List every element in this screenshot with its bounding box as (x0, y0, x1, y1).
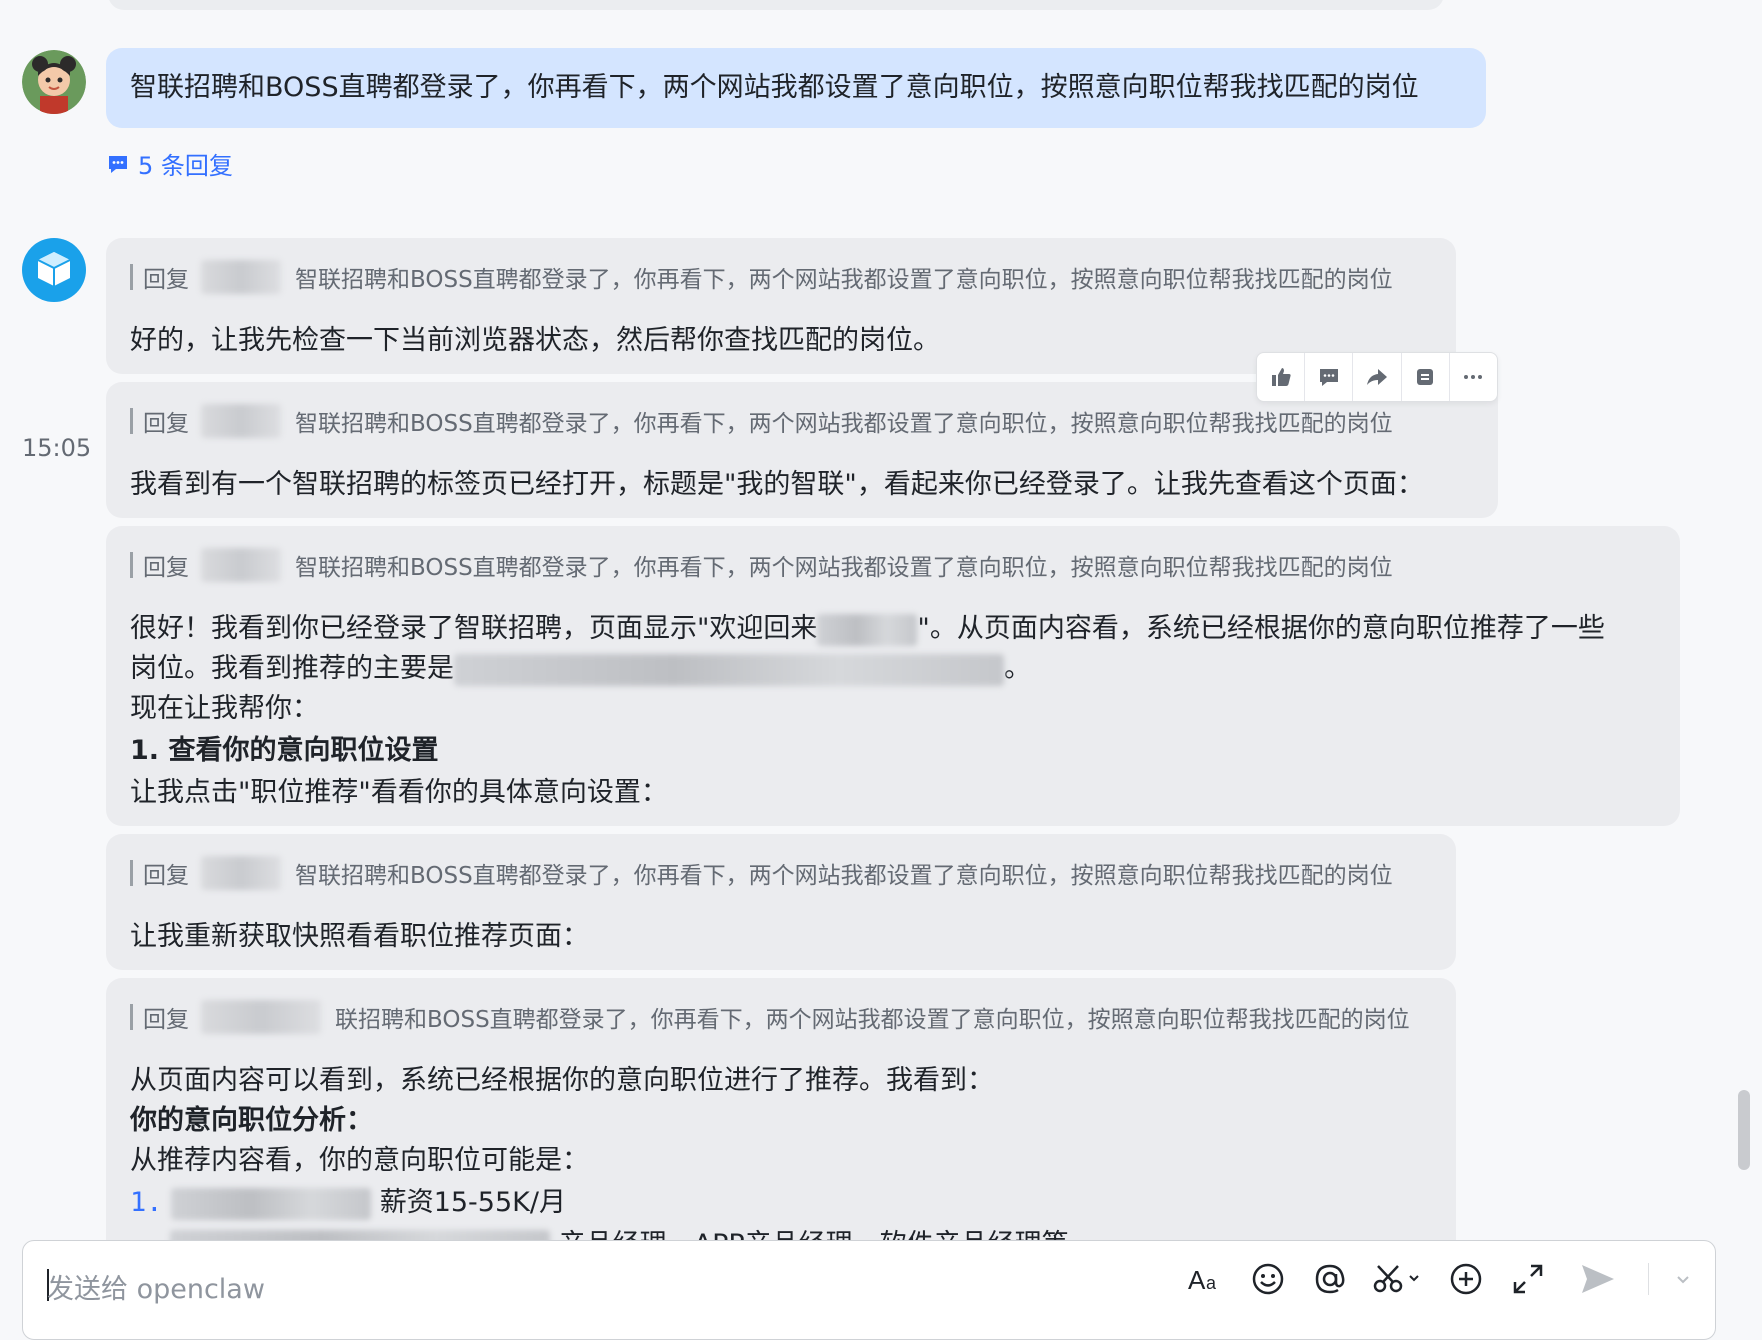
redacted-name (201, 856, 281, 890)
svg-text:A: A (1188, 1265, 1206, 1294)
redacted-name (201, 404, 281, 438)
redacted-name (201, 1000, 321, 1034)
bot-message-line: 从页面内容可以看到，系统已经根据你的意向职位进行了推荐。我看到： (130, 1065, 994, 1096)
composer-toolbar: Aa (1186, 1259, 1695, 1299)
bot-message-bubble[interactable]: 回复 联招聘和BOSS直聘都登录了，你再看下，两个网站我都设置了意向职位，按照意… (106, 978, 1456, 1262)
reply-quote: 回复 智联招聘和BOSS直聘都登录了，你再看下，两个网站我都设置了意向职位，按照… (130, 856, 1393, 890)
redacted-name (201, 548, 281, 582)
more-icon[interactable] (1450, 353, 1497, 401)
comment-icon (109, 155, 127, 173)
send-divider (1648, 1263, 1649, 1295)
bot-message-line: 现在让我帮你： (130, 693, 319, 724)
redacted-text (454, 653, 1004, 686)
bot-message-line: 岗位。我看到推荐的主要是。 (130, 653, 1031, 686)
svg-text:a: a (1206, 1273, 1217, 1293)
thumbs-up-icon[interactable] (1257, 353, 1306, 401)
bot-message-heading: 你的意向职位分析： (130, 1105, 373, 1136)
message-timestamp: 15:05 (22, 434, 92, 462)
emoji-icon[interactable] (1248, 1259, 1288, 1299)
composer-placeholder: 发送给 openclaw (47, 1274, 265, 1305)
send-icon[interactable] (1570, 1259, 1626, 1299)
user-avatar[interactable] (22, 50, 86, 114)
redacted-text (817, 613, 918, 646)
list-item: 1. 薪资15-55K/月 (130, 1187, 566, 1220)
font-format-icon[interactable]: Aa (1186, 1259, 1226, 1299)
message-composer[interactable]: 发送给 openclaw Aa (22, 1240, 1716, 1340)
reply-quote: 回复 联招聘和BOSS直聘都登录了，你再看下，两个网站我都设置了意向职位，按照意… (130, 1000, 1410, 1034)
mention-icon[interactable] (1310, 1259, 1350, 1299)
user-message-bubble[interactable]: 智联招聘和BOSS直聘都登录了，你再看下，两个网站我都设置了意向职位，按照意向职… (106, 48, 1486, 128)
reply-quote: 回复 智联招聘和BOSS直聘都登录了，你再看下，两个网站我都设置了意向职位，按照… (130, 260, 1393, 294)
bot-message-text: 好的，让我先检查一下当前浏览器状态，然后帮你查找匹配的岗位。 (130, 325, 940, 356)
user-message-text: 智联招聘和BOSS直聘都登录了，你再看下，两个网站我都设置了意向职位，按照意向职… (130, 72, 1419, 103)
reply-quote: 回复 智联招聘和BOSS直聘都登录了，你再看下，两个网站我都设置了意向职位，按照… (130, 548, 1393, 582)
scissors-icon[interactable] (1372, 1259, 1424, 1299)
bot-message-bubble[interactable]: 回复 智联招聘和BOSS直聘都登录了，你再看下，两个网站我都设置了意向职位，按照… (106, 382, 1498, 518)
bot-message-bubble[interactable]: 回复 智联招聘和BOSS直聘都登录了，你再看下，两个网站我都设置了意向职位，按照… (106, 238, 1456, 374)
message-action-toolbar (1256, 352, 1498, 402)
reply-count: 5 条回复 (138, 152, 233, 180)
expand-icon[interactable] (1508, 1259, 1548, 1299)
bot-message-heading: 1. 查看你的意向职位设置 (130, 735, 439, 766)
chat-scrollbar[interactable] (1738, 1090, 1750, 1170)
previous-message-edge (108, 0, 1444, 10)
thread-replies-link[interactable]: 5 条回复 (106, 146, 233, 181)
bot-message-line: 很好！我看到你已经登录了智联招聘，页面显示"欢迎回来 "。从页面内容看，系统已经根… (130, 613, 1605, 646)
add-icon[interactable] (1446, 1259, 1486, 1299)
redacted-text (171, 1187, 372, 1220)
chevron-down-icon[interactable] (1671, 1259, 1695, 1299)
comment-icon[interactable] (1305, 353, 1354, 401)
bot-message-bubble[interactable]: 回复 智联招聘和BOSS直聘都登录了，你再看下，两个网站我都设置了意向职位，按照… (106, 834, 1456, 970)
bot-message-line: 从推荐内容看，你的意向职位可能是： (130, 1145, 589, 1176)
bot-message-text: 我看到有一个智联招聘的标签页已经打开，标题是"我的智联"，看起来你已经登录了。让… (130, 469, 1424, 500)
redacted-name (201, 260, 281, 294)
bot-avatar[interactable] (22, 238, 86, 302)
bot-message-line: 让我点击"职位推荐"看看你的具体意向设置： (130, 777, 668, 808)
cube-icon (37, 252, 71, 286)
bot-message-bubble[interactable]: 回复 智联招聘和BOSS直聘都登录了，你再看下，两个网站我都设置了意向职位，按照… (106, 526, 1680, 826)
bot-message-text: 让我重新获取快照看看职位推荐页面： (130, 921, 589, 952)
reply-quote: 回复 智联招聘和BOSS直聘都登录了，你再看下，两个网站我都设置了意向职位，按照… (130, 404, 1393, 438)
pin-icon[interactable] (1402, 353, 1450, 401)
forward-icon[interactable] (1353, 353, 1402, 401)
